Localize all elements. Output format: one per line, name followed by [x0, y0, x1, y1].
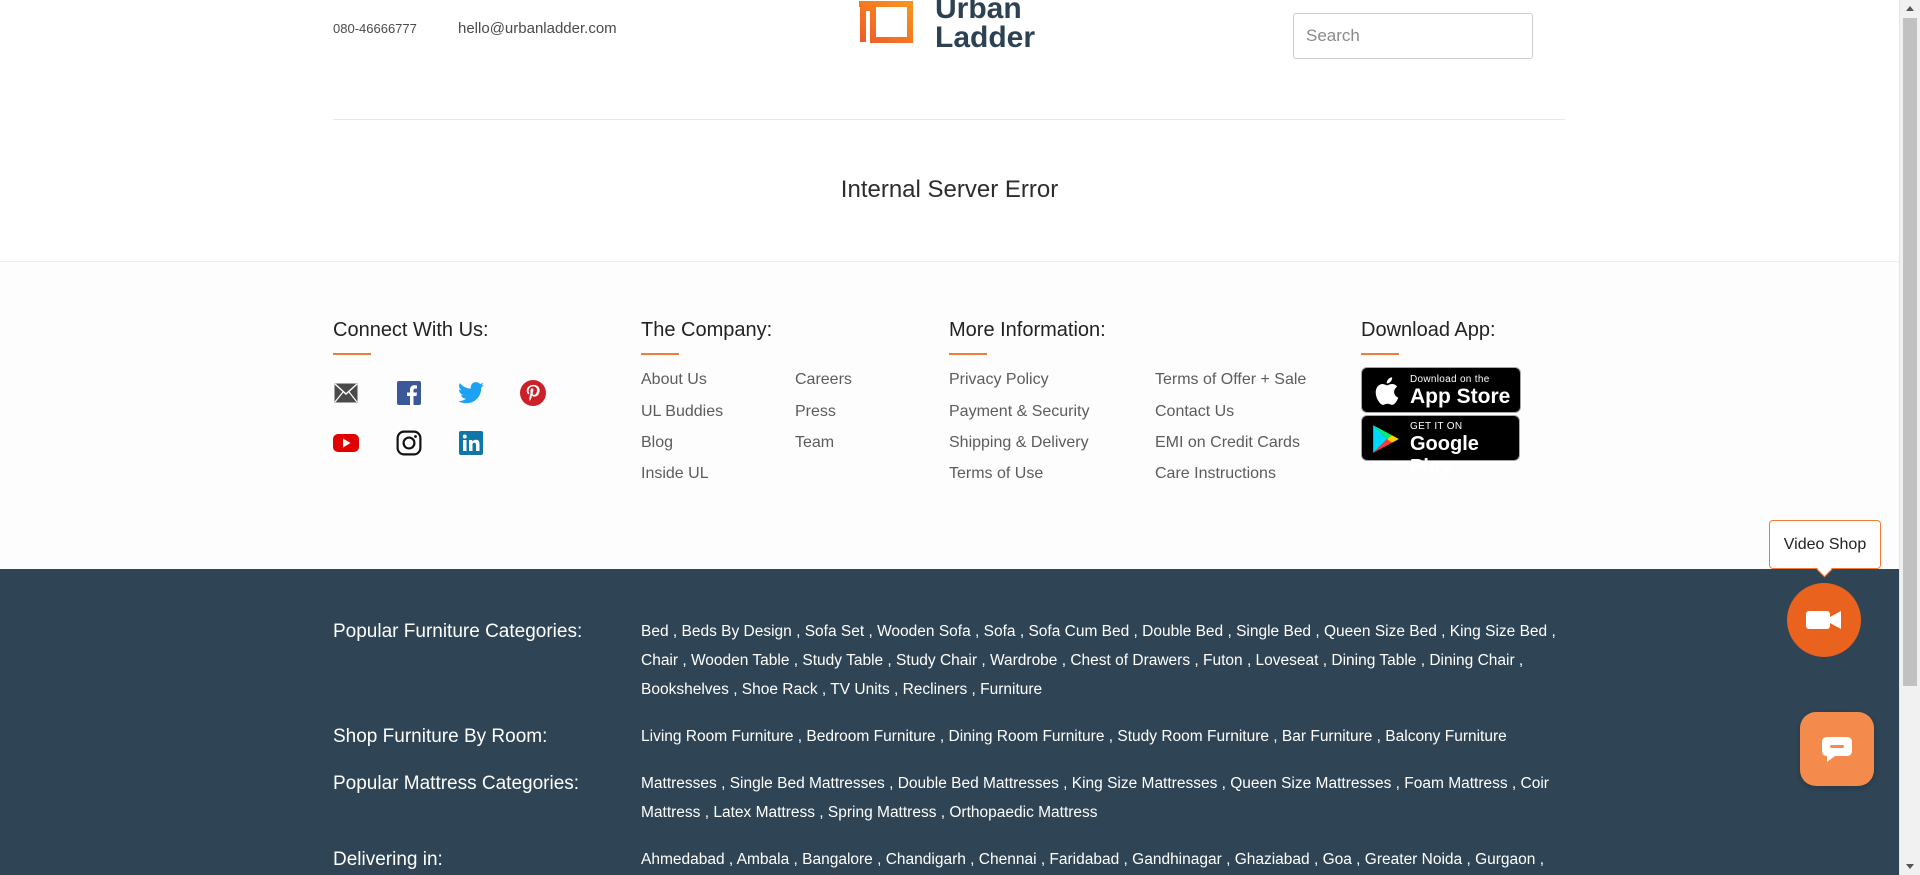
page: 080-46666777 hello@urbanladder.com Urban… [0, 0, 1899, 875]
app-heading: Download App: [1361, 319, 1496, 341]
popular-mattress-links[interactable]: Mattresses , Single Bed Mattresses , Dou… [641, 769, 1571, 827]
link-payment-security[interactable]: Payment & Security [949, 403, 1090, 421]
header-email[interactable]: hello@urbanladder.com [458, 20, 617, 37]
popular-furniture-heading: Popular Furniture Categories: [333, 621, 583, 642]
search-input[interactable] [1293, 13, 1533, 59]
scroll-down-arrow-icon[interactable] [1900, 858, 1920, 875]
header-divider [333, 119, 1565, 120]
info-heading: More Information: [949, 319, 1106, 341]
app-underline [1361, 353, 1399, 355]
header-phone[interactable]: 080-46666777 [333, 21, 417, 36]
shop-by-room-heading: Shop Furniture By Room: [333, 726, 548, 747]
logo-wordmark: Urban Ladder [935, 0, 1036, 54]
video-shop-tooltip[interactable]: Video Shop [1769, 520, 1881, 569]
info-underline [949, 353, 987, 355]
scroll-up-arrow-icon[interactable] [1900, 0, 1920, 17]
video-shop-label: Video Shop [1783, 535, 1867, 553]
page-title: Internal Server Error [840, 176, 1059, 203]
logo-line-1: Urban [935, 0, 1022, 25]
youtube-icon[interactable] [333, 430, 359, 456]
app-store-button[interactable]: Download on the App Store [1361, 367, 1521, 413]
app-store-label: App Store [1410, 385, 1511, 408]
link-emi-credit-cards[interactable]: EMI on Credit Cards [1155, 434, 1300, 452]
video-camera-icon [1806, 611, 1841, 629]
apple-icon [1375, 377, 1399, 405]
app-store-small-label: Download on the [1410, 374, 1490, 385]
chat-bubble-icon [1822, 737, 1852, 762]
link-terms-of-offer[interactable]: Terms of Offer + Sale [1155, 371, 1306, 389]
facebook-icon[interactable] [396, 380, 422, 406]
link-terms-of-use[interactable]: Terms of Use [949, 465, 1043, 483]
google-play-small-label: GET IT ON [1410, 421, 1463, 432]
link-inside-ul[interactable]: Inside UL [641, 465, 709, 483]
delivering-in-heading: Delivering in: [333, 849, 443, 870]
link-blog[interactable]: Blog [641, 434, 673, 452]
link-press[interactable]: Press [795, 403, 836, 421]
pinterest-icon[interactable] [520, 380, 546, 406]
shop-by-room-links[interactable]: Living Room Furniture , Bedroom Furnitur… [641, 722, 1571, 751]
google-play-button[interactable]: GET IT ON Google Play [1361, 415, 1520, 478]
link-ul-buddies[interactable]: UL Buddies [641, 403, 723, 421]
link-careers[interactable]: Careers [795, 371, 852, 389]
linkedin-icon[interactable] [458, 430, 484, 456]
video-shop-button[interactable] [1787, 583, 1861, 657]
connect-underline [333, 353, 371, 355]
company-heading: The Company: [641, 319, 773, 341]
link-shipping-delivery[interactable]: Shipping & Delivery [949, 434, 1089, 452]
google-play-label: Google Play [1410, 433, 1479, 478]
logo-mark-icon [859, 1, 913, 43]
footer-categories-section: Popular Furniture Categories: Bed , Beds… [0, 569, 1899, 875]
scrollbar-thumb[interactable] [1903, 18, 1917, 686]
mail-icon[interactable] [333, 380, 359, 406]
link-team[interactable]: Team [795, 434, 834, 452]
urban-ladder-logo[interactable]: Urban Ladder [855, 0, 1055, 54]
popular-mattress-heading: Popular Mattress Categories: [333, 773, 580, 794]
twitter-icon[interactable] [458, 380, 484, 406]
logo-line-2: Ladder [935, 21, 1036, 54]
instagram-icon[interactable] [396, 430, 422, 456]
chat-button[interactable] [1800, 712, 1874, 786]
vertical-scrollbar[interactable] [1899, 0, 1920, 875]
link-privacy-policy[interactable]: Privacy Policy [949, 371, 1049, 389]
delivering-in-links[interactable]: Ahmedabad , Ambala , Bangalore , Chandig… [641, 845, 1571, 874]
footer-links-section: Connect With Us: The Company: About Us C… [0, 261, 1899, 569]
connect-heading: Connect With Us: [333, 319, 489, 341]
link-care-instructions[interactable]: Care Instructions [1155, 465, 1276, 483]
popular-furniture-links[interactable]: Bed , Beds By Design , Sofa Set , Wooden… [641, 617, 1571, 704]
company-underline [641, 353, 679, 355]
link-contact-us[interactable]: Contact Us [1155, 403, 1234, 421]
google-play-icon [1373, 425, 1399, 453]
link-about-us[interactable]: About Us [641, 371, 707, 389]
